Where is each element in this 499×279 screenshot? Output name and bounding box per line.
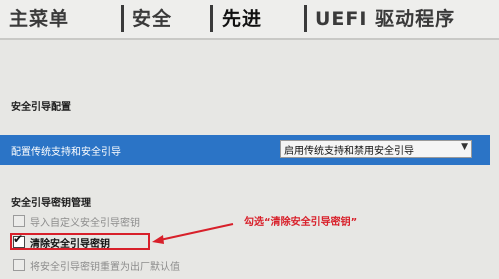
annotation-text: 勾选“清除安全引导密钥” <box>244 217 358 228</box>
annotation-arrow-icon <box>152 223 234 244</box>
